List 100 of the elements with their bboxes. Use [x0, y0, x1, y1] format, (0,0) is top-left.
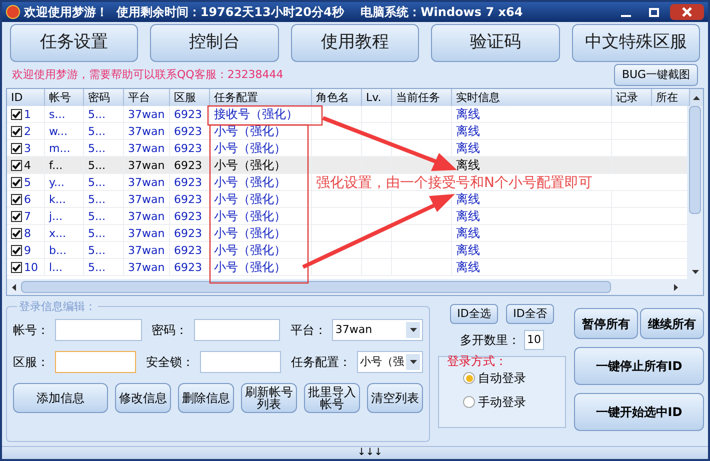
- tab-button[interactable]: 使用教程: [290, 24, 420, 62]
- close-icon[interactable]: [681, 6, 693, 18]
- table-cell: l...: [49, 260, 63, 274]
- count-field[interactable]: 10: [524, 330, 544, 350]
- table-cell: 37wan: [128, 142, 165, 154]
- field-label: 安全锁：: [146, 354, 194, 371]
- tab-button[interactable]: 任务设置: [10, 24, 138, 62]
- table-cell: 2: [24, 124, 31, 138]
- field-label: 区服：: [13, 354, 49, 371]
- checkbox[interactable]: [11, 142, 22, 154]
- resume-button[interactable]: 继续所有: [640, 308, 704, 339]
- table-cell: 6923: [174, 158, 202, 172]
- table-cell: 37wan: [128, 210, 165, 222]
- table-cell: 37wan: [128, 176, 165, 188]
- table-cell: k...: [49, 192, 66, 206]
- stop-button[interactable]: 一键停止所有ID: [574, 347, 704, 385]
- input-field[interactable]: [194, 319, 280, 341]
- table-cell: m...: [49, 142, 70, 154]
- table-cell: 离线: [456, 158, 480, 172]
- table-cell: 10: [24, 260, 38, 274]
- table-cell: 离线: [456, 244, 480, 256]
- table-cell: 5...: [88, 108, 106, 120]
- table-cell: b...: [49, 244, 66, 256]
- action-button[interactable]: 修改信息: [115, 383, 171, 413]
- field-label: 任务配置：: [291, 354, 351, 371]
- horizontal-scrollbar[interactable]: [7, 279, 703, 295]
- checkbox[interactable]: [11, 210, 22, 222]
- table-cell: 5...: [88, 192, 106, 206]
- table-cell: 小号（强化）: [214, 226, 286, 240]
- tab-button[interactable]: 验证码: [431, 24, 560, 62]
- screenshot-button[interactable]: BUG一键截图: [614, 64, 698, 86]
- table-cell: 小号（强化）: [214, 158, 286, 172]
- table-cell: f...: [49, 158, 63, 172]
- close-button[interactable]: [670, 4, 704, 20]
- expand-arrows[interactable]: ↓↓↓: [357, 448, 383, 458]
- table-cell: 9: [24, 244, 31, 256]
- table-cell: 6923: [174, 142, 202, 154]
- start-button[interactable]: 一键开始选中ID: [574, 393, 704, 431]
- app-logo-icon: [6, 5, 20, 19]
- table-cell: 离线: [456, 210, 480, 222]
- table-cell: x...: [49, 226, 66, 240]
- tab-button[interactable]: 中文特殊区服: [572, 24, 700, 62]
- checkbox[interactable]: [11, 176, 22, 188]
- table-cell: 离线: [456, 226, 480, 240]
- table-cell: 37wan: [128, 124, 165, 138]
- table-cell: 小号（强化）: [214, 210, 286, 222]
- table-cell: 离线: [456, 260, 480, 274]
- checkbox[interactable]: [11, 262, 22, 272]
- radio-label: 手动登录: [478, 394, 526, 411]
- dropdown[interactable]: 37wan: [332, 319, 423, 341]
- checkbox[interactable]: [11, 244, 22, 256]
- vertical-scrollbar[interactable]: [687, 106, 703, 279]
- action-button[interactable]: 清空列表: [367, 383, 423, 413]
- checkbox[interactable]: [11, 194, 22, 204]
- radio-button[interactable]: [463, 372, 475, 384]
- field-label: 平台：: [290, 322, 326, 339]
- table-cell: 小号（强化）: [214, 176, 286, 188]
- checkbox[interactable]: [11, 126, 22, 136]
- table-cell: 1: [24, 108, 31, 120]
- table-cell: w...: [49, 124, 68, 138]
- table-cell: 6923: [174, 192, 202, 206]
- table-cell: 小号（强化）: [214, 142, 286, 154]
- scroll-up-icon[interactable]: [690, 89, 703, 106]
- field-label: 密码：: [152, 322, 188, 339]
- table-cell: 6923: [174, 176, 202, 188]
- window-title: 欢迎使用梦游！ 使用剩余时间：19762天13小时20分4秒 电脑系统：Windows 7 x64: [24, 4, 524, 21]
- table-cell: 7: [24, 210, 31, 222]
- table-cell: 小号（强化）: [214, 244, 286, 256]
- action-button[interactable]: 添加信息: [13, 383, 108, 413]
- input-field[interactable]: [55, 319, 142, 341]
- table-cell: 离线: [456, 192, 480, 206]
- select-button[interactable]: ID全选: [450, 304, 498, 324]
- tab-button[interactable]: 控制台: [150, 24, 279, 62]
- table-cell: 6923: [174, 226, 202, 240]
- checkbox[interactable]: [11, 108, 22, 120]
- pause-button[interactable]: 暂停所有: [574, 308, 638, 339]
- table-cell: 离线: [456, 142, 480, 154]
- table-cell: 接收号（强化）: [214, 108, 298, 120]
- table-cell: 6923: [174, 260, 202, 274]
- action-button[interactable]: 删除信息: [178, 383, 234, 413]
- table-cell: 5...: [88, 158, 106, 172]
- select-button[interactable]: ID全否: [506, 304, 554, 324]
- checkbox[interactable]: [11, 160, 22, 170]
- table-cell: 5...: [88, 176, 106, 188]
- checkbox[interactable]: [11, 228, 22, 238]
- table-cell: 3: [24, 142, 31, 154]
- table-cell: 4: [24, 158, 31, 172]
- action-button[interactable]: 批里导入帐号: [304, 383, 360, 413]
- table-cell: 离线: [456, 124, 480, 138]
- table-cell: 5...: [88, 124, 106, 138]
- table-cell: 37wan: [128, 158, 165, 172]
- input-field[interactable]: [55, 351, 136, 373]
- action-button[interactable]: 刷新帐号列表: [241, 383, 297, 413]
- radio-button[interactable]: [463, 396, 475, 408]
- input-field[interactable]: [200, 351, 281, 373]
- table-cell: j...: [49, 210, 63, 222]
- table-cell: 小号（强化）: [214, 124, 286, 138]
- dropdown[interactable]: 小号（强: [357, 351, 423, 373]
- table-cell: 6923: [174, 124, 202, 138]
- table-cell: 37wan: [128, 260, 165, 274]
